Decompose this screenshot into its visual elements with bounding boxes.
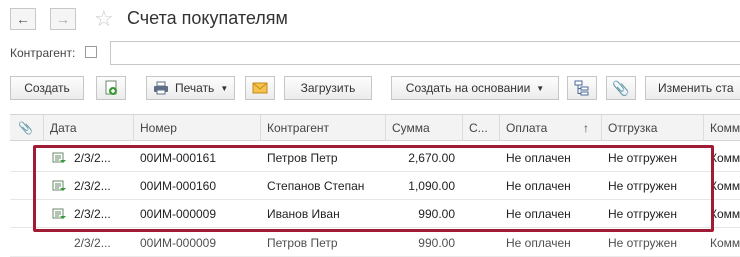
counterparty-filter-input[interactable]: [110, 41, 740, 65]
table-row[interactable]: 2/3/2... 00ИМ-000009 Петров Петр 990.00 …: [10, 229, 740, 257]
amount-column-header[interactable]: Сумма: [386, 115, 463, 141]
print-label: Печать: [175, 81, 215, 95]
email-button[interactable]: [245, 76, 275, 100]
copy-document-button[interactable]: [96, 76, 126, 100]
row-comment: Комм: [710, 236, 740, 250]
structure-button[interactable]: [567, 76, 597, 100]
create-based-on-label: Создать на основании: [405, 81, 531, 95]
row-counterparty: Петров Петр: [267, 236, 338, 250]
printer-icon: [154, 81, 168, 95]
paperclip-icon: 📎: [612, 79, 630, 96]
arrow-left-icon: ←: [16, 11, 30, 27]
payment-header-label: Оплата: [506, 121, 548, 135]
row-shipment: Не отгружен: [608, 236, 677, 250]
back-button[interactable]: ←: [10, 8, 36, 30]
counterparty-filter-checkbox[interactable]: [85, 46, 97, 58]
row-date: 2/3/2...: [74, 236, 111, 250]
arrow-right-icon: →: [56, 11, 70, 27]
paperclip-icon: 📎: [18, 121, 33, 135]
attach-button[interactable]: 📎: [606, 76, 636, 100]
create-button[interactable]: Создать: [10, 76, 84, 100]
row-number: 00ИМ-000009: [140, 236, 217, 250]
page-title: Счета покупателям: [127, 8, 288, 28]
payment-column-header[interactable]: Оплата ↑: [500, 115, 602, 141]
copy-document-icon: [105, 80, 117, 95]
date-column-header[interactable]: Дата: [44, 115, 134, 141]
row-amount: 990.00: [418, 236, 455, 250]
favorite-star-icon[interactable]: ☆: [94, 6, 114, 32]
currency-column-header[interactable]: С...: [463, 115, 500, 141]
table-header: 📎 Дата Номер Контрагент Сумма С... Оплат…: [10, 115, 740, 141]
number-column-header[interactable]: Номер: [134, 115, 261, 141]
shipment-column-header[interactable]: Отгрузка: [602, 115, 704, 141]
dropdown-caret-icon: ▼: [536, 83, 545, 93]
envelope-icon: [252, 82, 268, 94]
upload-button[interactable]: Загрузить: [284, 76, 372, 100]
change-status-button[interactable]: Изменить ста: [645, 76, 740, 100]
counterparty-filter-label: Контрагент:: [10, 46, 76, 60]
create-based-on-button[interactable]: Создать на основании ▼: [391, 76, 559, 100]
hierarchy-icon: [574, 80, 589, 96]
counterparty-column-header[interactable]: Контрагент: [261, 115, 386, 141]
comment-column-header[interactable]: Комм: [704, 115, 740, 141]
dropdown-caret-icon: ▼: [220, 83, 229, 93]
attachment-column-header[interactable]: 📎: [10, 115, 44, 141]
selection-highlight-frame: [33, 145, 714, 232]
row-payment: Не оплачен: [506, 236, 571, 250]
forward-button[interactable]: →: [50, 8, 76, 30]
sort-ascending-icon: ↑: [583, 121, 589, 135]
print-button[interactable]: Печать ▼: [146, 76, 235, 100]
